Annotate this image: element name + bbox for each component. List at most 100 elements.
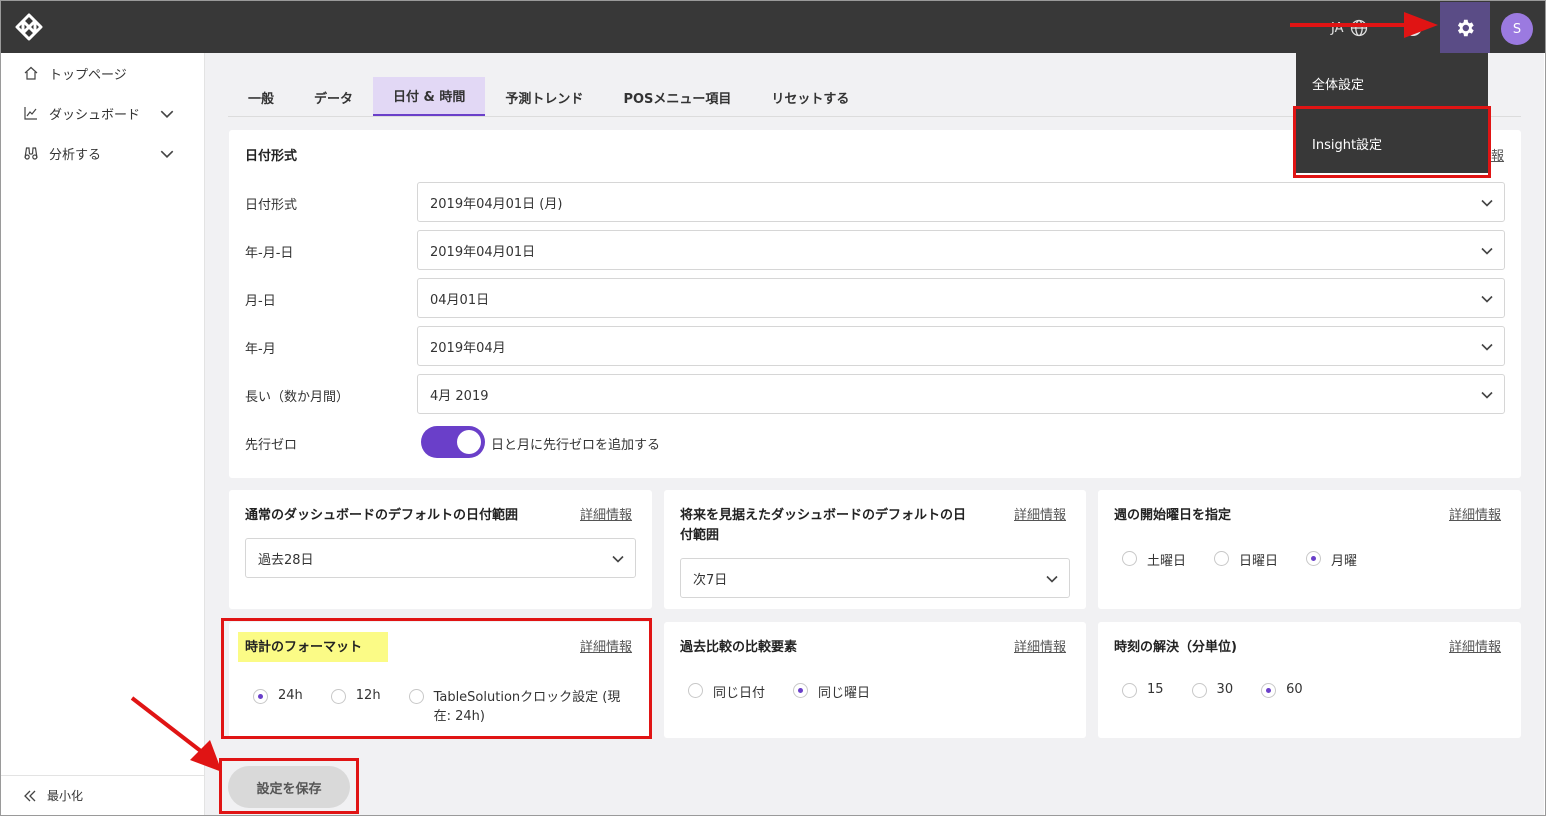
radio-label: 月曜 [1331, 554, 1358, 569]
radio-label: 60 [1286, 682, 1303, 697]
chevron-down-icon [1046, 575, 1058, 583]
settings-button[interactable] [1440, 2, 1490, 54]
more-info-link[interactable]: 詳細情報 [1449, 636, 1501, 655]
select-value: 4月 2019 [430, 388, 489, 404]
compare-title: 過去比較の比較要素 [680, 640, 798, 655]
tab-forecast-trend[interactable]: 予測トレンド [485, 77, 603, 117]
select-value: 過去28日 [258, 552, 314, 568]
week-start-card: 週の開始曜日を指定 詳細情報 土曜日 日曜日 月曜 [1098, 490, 1521, 609]
future-range-card: 将来を見据えたダッシュボードのデフォルトの日 付範囲 詳細情報 次7日 [664, 490, 1086, 609]
minimize-label: 最小化 [47, 789, 84, 803]
radio-dot [1122, 551, 1137, 566]
row-label: 先行ゼロ [245, 438, 298, 453]
sidebar-item-analyze[interactable]: 分析する [1, 135, 205, 171]
time-resolution-radio-group: 15 30 60 [1122, 682, 1331, 698]
annotation-box-save-button [219, 758, 359, 814]
tab-data[interactable]: データ [294, 77, 373, 117]
date-format-title: 日付形式 [245, 149, 298, 164]
select-value: 04月01日 [430, 292, 490, 308]
ymd-format-select[interactable]: 2019年04月01日 [417, 230, 1505, 270]
tab-date-time[interactable]: 日付 & 時間 [373, 77, 486, 117]
gear-icon [1457, 19, 1474, 37]
default-range-select[interactable]: 過去28日 [245, 538, 636, 578]
radio-60[interactable]: 60 [1261, 682, 1303, 698]
radio-same-weekday[interactable]: 同じ曜日 [793, 682, 870, 701]
more-info-link[interactable]: 詳細情報 [1449, 504, 1501, 523]
radio-dot [1214, 551, 1230, 566]
radio-30[interactable]: 30 [1191, 682, 1234, 698]
more-info-link[interactable]: 詳細情報 [1014, 636, 1066, 655]
chevron-down-icon[interactable] [159, 146, 175, 162]
sidebar-item-label: ダッシュボード [49, 107, 141, 123]
future-range-title-cont: 付範囲 [680, 528, 720, 543]
radio-saturday[interactable]: 土曜日 [1122, 550, 1186, 569]
sidebar-item-label: トップページ [49, 67, 127, 83]
chevron-down-icon [1481, 391, 1493, 399]
select-value: 2019年04月01日 [430, 244, 536, 260]
radio-dot [1306, 551, 1322, 566]
row-label: 長い（数か月間） [245, 390, 350, 405]
row-label: 日付形式 [245, 198, 298, 213]
time-resolution-title: 時刻の解決（分単位) [1114, 640, 1237, 655]
toggle-knob [457, 430, 481, 454]
ym-format-select[interactable]: 2019年04月 [417, 326, 1505, 366]
default-range-card: 通常のダッシュボードのデフォルトの日付範囲 詳細情報 過去28日 [229, 490, 652, 609]
home-icon [24, 66, 38, 80]
row-label: 年-月 [245, 342, 276, 357]
week-start-title: 週の開始曜日を指定 [1114, 508, 1232, 523]
radio-dot [1191, 683, 1207, 698]
minimize-sidebar-button[interactable]: 最小化 [1, 775, 205, 815]
annotation-arrow-right [1290, 12, 1438, 38]
row-label: 年-月-日 [245, 246, 294, 261]
app-logo-icon[interactable] [15, 13, 43, 41]
select-value: 2019年04月01日 (月) [430, 196, 563, 212]
chevron-down-icon [1481, 199, 1493, 207]
date-format-card: 日付形式 報 日付形式 2019年04月01日 (月) 年-月-日 2019年0… [229, 130, 1521, 478]
leading-zero-text: 日と月に先行ゼロを追加する [491, 438, 661, 453]
annotation-box-insight-settings [1293, 106, 1491, 178]
select-value: 2019年04月 [430, 340, 506, 356]
menu-item-global-settings[interactable]: 全体設定 [1296, 53, 1488, 113]
radio-dot [793, 683, 809, 698]
more-info-link[interactable]: 報 [1491, 145, 1504, 164]
annotation-box-clock-format [221, 618, 652, 739]
radio-label: 同じ曜日 [818, 686, 871, 701]
future-range-title: 将来を見据えたダッシュボードのデフォルトの日 [680, 508, 967, 523]
radio-label: 同じ日付 [713, 686, 766, 701]
annotation-arrow-down-right [130, 696, 222, 772]
radio-dot [1261, 683, 1277, 698]
user-avatar[interactable]: S [1501, 13, 1533, 45]
chevron-down-icon [1481, 343, 1493, 351]
default-range-title: 通常のダッシュボードのデフォルトの日付範囲 [245, 508, 519, 523]
long-format-select[interactable]: 4月 2019 [417, 374, 1505, 414]
radio-15[interactable]: 15 [1122, 682, 1164, 698]
week-start-radio-group: 土曜日 日曜日 月曜 [1122, 550, 1385, 569]
tab-general[interactable]: 一般 [228, 77, 294, 117]
row-label: 月-日 [245, 294, 276, 309]
more-info-link[interactable]: 詳細情報 [1014, 504, 1066, 523]
date-format-select[interactable]: 2019年04月01日 (月) [417, 182, 1505, 222]
binoculars-icon [24, 147, 38, 160]
chart-line-icon [24, 107, 37, 120]
future-range-select[interactable]: 次7日 [680, 558, 1070, 598]
sidebar-item-label: 分析する [49, 147, 102, 163]
radio-label: 30 [1216, 682, 1234, 697]
radio-monday[interactable]: 月曜 [1306, 550, 1357, 569]
sidebar-item-top-page[interactable]: トップページ [1, 55, 205, 91]
radio-dot [688, 683, 703, 698]
radio-same-date[interactable]: 同じ日付 [688, 682, 765, 701]
radio-label: 15 [1147, 682, 1164, 697]
tab-reset[interactable]: リセットする [751, 77, 869, 117]
tab-pos-menu-items[interactable]: POSメニュー項目 [603, 77, 751, 117]
chevron-down-icon[interactable] [159, 106, 175, 122]
radio-sunday[interactable]: 日曜日 [1214, 550, 1278, 569]
settings-tabs: 一般 データ 日付 & 時間 予測トレンド POSメニュー項目 リセットする [228, 77, 869, 117]
select-value: 次7日 [693, 572, 728, 588]
leading-zero-toggle[interactable] [421, 426, 485, 458]
chevron-down-icon [1481, 295, 1493, 303]
radio-dot [1122, 683, 1137, 698]
time-resolution-card: 時刻の解決（分単位) 詳細情報 15 30 60 [1098, 622, 1521, 738]
md-format-select[interactable]: 04月01日 [417, 278, 1505, 318]
sidebar-item-dashboard[interactable]: ダッシュボード [1, 95, 205, 131]
more-info-link[interactable]: 詳細情報 [580, 504, 632, 523]
